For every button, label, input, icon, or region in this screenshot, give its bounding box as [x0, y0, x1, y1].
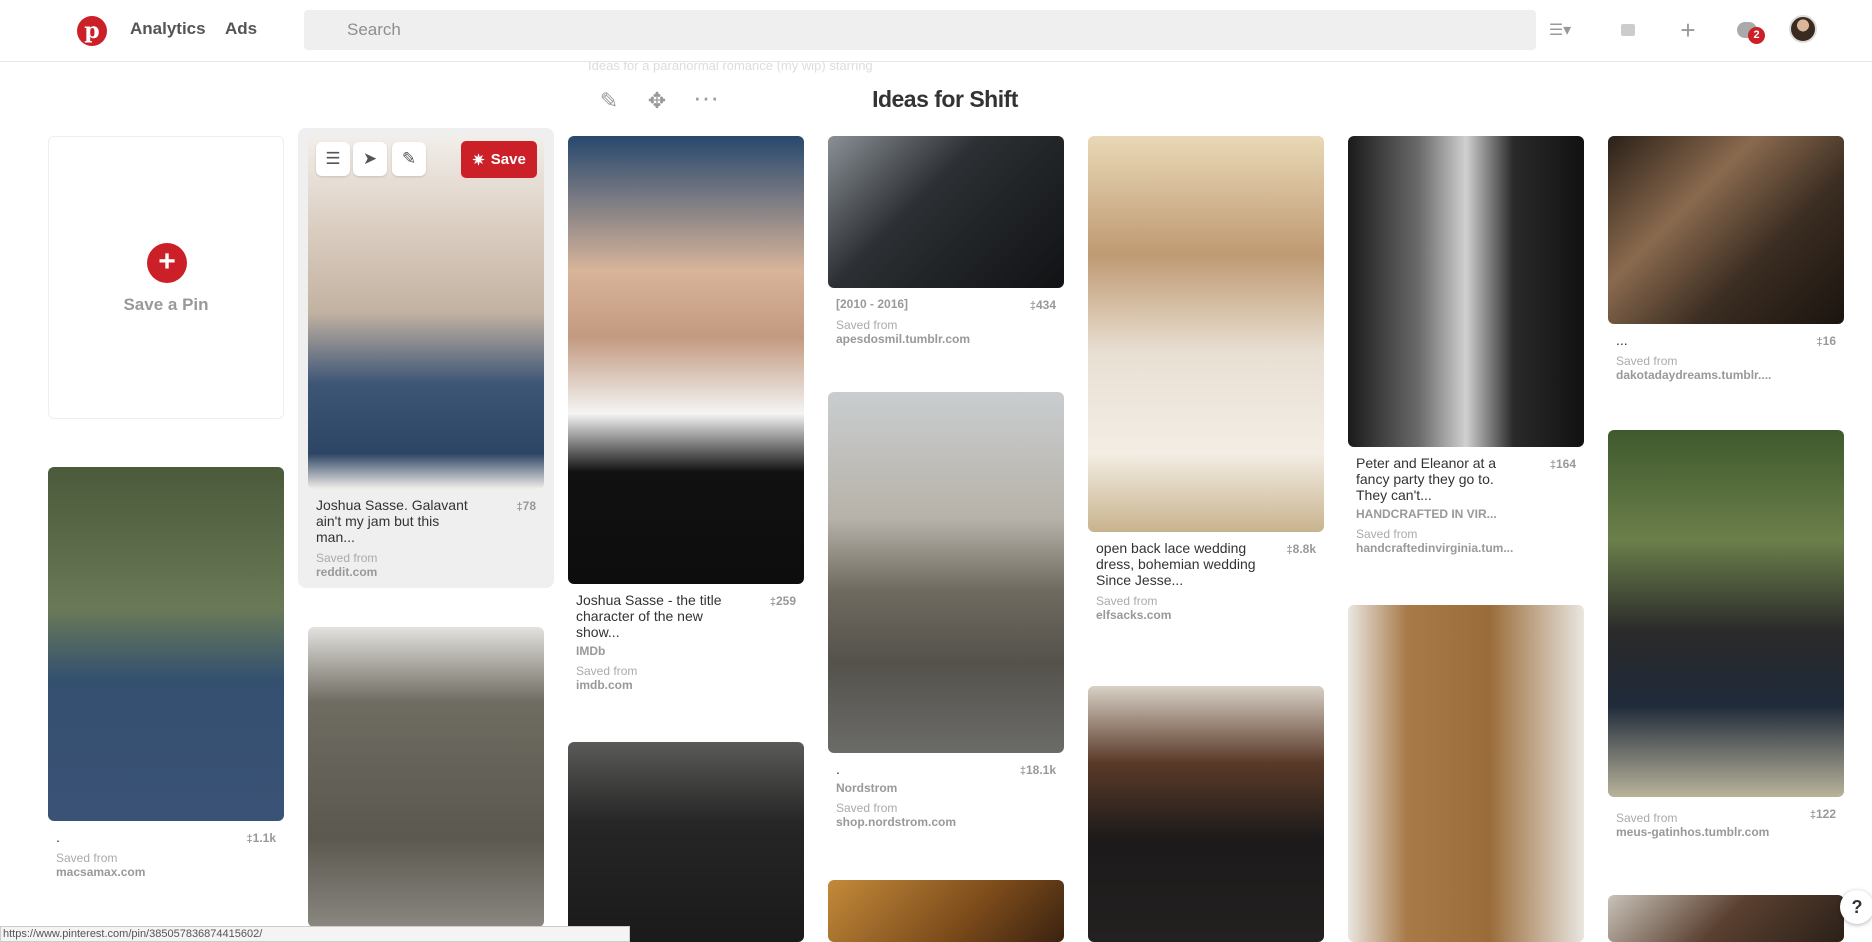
pin-card[interactable] [828, 880, 1064, 942]
pin-source[interactable]: handcraftedinvirginia.tum... [1356, 541, 1576, 555]
repin-count: 8.8k [1287, 542, 1316, 556]
repin-count: 434 [1030, 298, 1056, 312]
pin-card[interactable]: [2010 - 2016] 434 Saved from apesdosmil.… [828, 136, 1064, 346]
saved-from-label: Saved from [836, 801, 898, 815]
pin-card[interactable] [1608, 895, 1844, 942]
pin-image[interactable] [1348, 605, 1584, 942]
pin-card[interactable] [1348, 605, 1584, 942]
pin-card[interactable]: Peter and Eleanor at a fancy party they … [1348, 136, 1584, 555]
repin-count: 122 [1810, 807, 1836, 821]
repin-count: 78 [517, 499, 536, 513]
pin-via[interactable]: HANDCRAFTED IN VIR... [1356, 507, 1576, 521]
move-board-icon[interactable]: ✥ [644, 88, 670, 114]
search-placeholder: Search [347, 20, 401, 39]
pin-image[interactable] [828, 880, 1064, 942]
board-title: Ideas for Shift [872, 86, 1018, 112]
repin-count: 18.1k [1020, 763, 1056, 777]
pin-via[interactable]: Nordstrom [836, 781, 1056, 795]
save-label: Save [490, 151, 526, 168]
edit-board-icon[interactable]: ✎ [596, 88, 622, 114]
pin-card[interactable]: Joshua Sasse - the title character of th… [568, 136, 804, 692]
top-bar: p Analytics Ads Search ☰▾ + 2 [0, 0, 1872, 62]
avatar[interactable] [1789, 15, 1817, 43]
saved-from-label: Saved from [1616, 811, 1678, 825]
pin-image[interactable] [568, 136, 804, 584]
browser-status-url: https://www.pinterest.com/pin/3850578368… [0, 926, 630, 942]
more-options-icon[interactable]: ··· [693, 84, 719, 114]
pin-card[interactable]: Joshua Sasse. Galavant ain't my jam but … [308, 136, 544, 579]
repin-count: 259 [770, 594, 796, 608]
pin-image[interactable] [1608, 430, 1844, 797]
pin-image[interactable] [568, 742, 804, 942]
saved-from-label: Saved from [576, 664, 638, 678]
pin-image[interactable] [308, 627, 544, 927]
pin-card[interactable]: ... 16 Saved from dakotadaydreams.tumblr… [1608, 136, 1844, 382]
pin-card[interactable]: . 1.1k Saved from macsamax.com [48, 467, 284, 879]
pin-description: [2010 - 2016] [836, 297, 909, 311]
send-icon[interactable]: ➤ [353, 142, 387, 176]
save-a-pin-label: Save a Pin [123, 295, 209, 314]
pin-image[interactable] [1348, 136, 1584, 447]
pin-image[interactable] [1088, 686, 1324, 942]
pin-description: Joshua Sasse. Galavant ain't my jam but … [316, 497, 468, 545]
repin-count: 16 [1817, 334, 1836, 348]
pin-image[interactable] [1608, 895, 1844, 942]
pin-source[interactable]: reddit.com [316, 565, 536, 579]
saved-from-label: Saved from [1616, 354, 1678, 368]
save-button[interactable]: ✷ Save [461, 141, 537, 178]
pin-card[interactable]: 122 Saved from meus-gatinhos.tumblr.com [1608, 430, 1844, 839]
saved-from-label: Saved from [1356, 527, 1418, 541]
pin-image[interactable] [828, 136, 1064, 288]
pin-description: Joshua Sasse - the title character of th… [576, 592, 722, 640]
pinterest-logo-icon[interactable]: p [77, 16, 107, 46]
pin-card[interactable] [308, 627, 544, 927]
saved-from-label: Saved from [56, 851, 118, 865]
list-view-icon[interactable]: ☰▾ [1542, 14, 1578, 46]
notification-badge: 2 [1748, 27, 1765, 44]
pin-description: Peter and Eleanor at a fancy party they … [1356, 455, 1497, 503]
briefcase-icon[interactable] [1612, 14, 1644, 46]
pin-image[interactable] [828, 392, 1064, 753]
pin-source[interactable]: elfsacks.com [1096, 608, 1316, 622]
messages-icon[interactable]: 2 [1731, 14, 1765, 46]
saved-from-label: Saved from [1096, 594, 1158, 608]
pin-image[interactable] [1088, 136, 1324, 532]
saved-from-label: Saved from [836, 318, 898, 332]
pin-image[interactable] [48, 467, 284, 821]
pin-source[interactable]: meus-gatinhos.tumblr.com [1616, 825, 1836, 839]
pin-image[interactable] [308, 136, 544, 489]
layers-icon[interactable]: ☰ [316, 142, 350, 176]
pin-description: . [836, 761, 840, 777]
add-icon[interactable]: + [1672, 14, 1704, 46]
pin-source[interactable]: dakotadaydreams.tumblr.... [1616, 368, 1836, 382]
pin-source[interactable]: macsamax.com [56, 865, 276, 879]
plus-icon: + [147, 243, 187, 283]
pin-card[interactable]: . 18.1k Nordstrom Saved from shop.nordst… [828, 392, 1064, 829]
pin-image[interactable] [1608, 136, 1844, 324]
nav-analytics[interactable]: Analytics [130, 19, 206, 39]
pin-card[interactable] [568, 742, 804, 942]
repin-count: 1.1k [247, 831, 276, 845]
pin-source[interactable]: shop.nordstrom.com [836, 815, 1056, 829]
repin-count: 164 [1550, 457, 1576, 471]
edit-pin-icon[interactable]: ✎ [392, 142, 426, 176]
pin-icon: ✷ [472, 151, 485, 169]
pin-via[interactable]: IMDb [576, 644, 796, 658]
pin-source[interactable]: imdb.com [576, 678, 796, 692]
pin-description: . [56, 829, 60, 845]
help-button[interactable]: ? [1840, 890, 1872, 924]
nav-ads[interactable]: Ads [225, 19, 257, 39]
search-input[interactable] [304, 10, 1536, 50]
pin-description: open back lace wedding dress, bohemian w… [1096, 540, 1256, 588]
pin-card[interactable]: open back lace wedding dress, bohemian w… [1088, 136, 1324, 622]
pin-description: ... [1616, 332, 1628, 348]
pin-source[interactable]: apesdosmil.tumblr.com [836, 332, 1056, 346]
saved-from-label: Saved from [316, 551, 378, 565]
pin-card[interactable] [1088, 686, 1324, 942]
save-a-pin-card[interactable]: + Save a Pin [48, 136, 284, 419]
